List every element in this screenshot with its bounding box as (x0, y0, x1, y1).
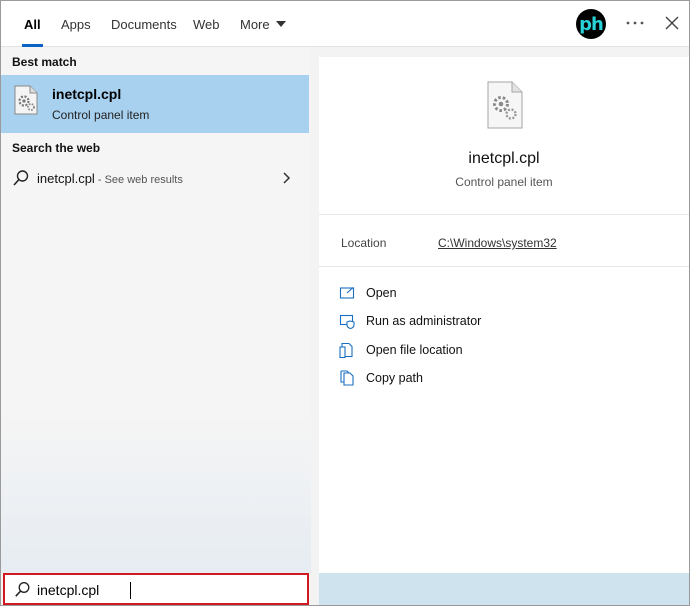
control-panel-file-icon (13, 85, 39, 115)
web-result-query: inetcpl.cpl (37, 171, 95, 186)
bottom-bar (319, 573, 689, 605)
best-match-heading: Best match (12, 55, 77, 69)
search-box[interactable] (3, 573, 309, 605)
open-label: Open (366, 286, 397, 300)
tab-all[interactable]: All (22, 1, 43, 47)
search-web-heading: Search the web (12, 141, 101, 155)
avatar-initials: ph (579, 13, 604, 35)
detail-title: inetcpl.cpl (468, 150, 540, 167)
detail-subtitle: Control panel item (455, 175, 553, 189)
open-file-location-action[interactable]: Open file location (339, 340, 669, 362)
tab-more[interactable]: More (240, 1, 286, 47)
location-label: Location (341, 236, 387, 250)
results-list: Best match inetcpl.cpl Control panel ite… (1, 47, 311, 573)
search-input[interactable] (37, 579, 297, 601)
tab-web[interactable]: Web (193, 1, 220, 47)
best-match-subtitle: Control panel item (52, 108, 150, 122)
best-match-item[interactable]: inetcpl.cpl Control panel item (1, 75, 309, 133)
copy-icon (339, 370, 355, 386)
shield-window-icon (339, 313, 355, 330)
tab-bar: All Apps Documents Web More ph (1, 1, 689, 47)
web-result-text: inetcpl.cpl - See web results (37, 171, 183, 186)
open-action[interactable]: Open (339, 283, 669, 305)
tab-apps[interactable]: Apps (61, 1, 91, 47)
copy-path-action[interactable]: Copy path (339, 368, 669, 390)
ellipsis-icon[interactable] (625, 13, 645, 33)
search-icon (14, 581, 31, 598)
chevron-down-icon (275, 21, 286, 27)
tab-more-label: More (240, 16, 270, 32)
search-window: All Apps Documents Web More ph Best matc… (0, 0, 690, 606)
divider (319, 214, 689, 215)
profile-avatar[interactable]: ph (576, 9, 606, 39)
control-panel-file-icon (486, 81, 524, 129)
file-location-icon (339, 342, 355, 359)
chevron-right-icon (281, 171, 291, 185)
close-icon[interactable] (662, 13, 682, 33)
tab-all-label: All (24, 16, 41, 32)
divider (319, 266, 689, 267)
web-result-suffix: - See web results (94, 174, 183, 186)
location-link[interactable]: C:\Windows\system32 (438, 236, 557, 250)
run-as-admin-label: Run as administrator (366, 314, 482, 328)
run-as-admin-action[interactable]: Run as administrator (339, 311, 669, 333)
open-file-location-label: Open file location (366, 343, 463, 357)
tab-web-label: Web (193, 16, 220, 32)
text-caret (130, 582, 131, 599)
tab-documents[interactable]: Documents (111, 1, 177, 47)
copy-path-label: Copy path (366, 371, 423, 385)
web-result-item[interactable]: inetcpl.cpl - See web results (1, 163, 309, 193)
tab-documents-label: Documents (111, 16, 177, 32)
search-icon (12, 169, 30, 187)
open-window-icon (339, 285, 355, 301)
detail-panel: inetcpl.cpl Control panel item Location … (319, 57, 689, 573)
tab-apps-label: Apps (61, 16, 91, 32)
best-match-title: inetcpl.cpl (52, 86, 122, 102)
